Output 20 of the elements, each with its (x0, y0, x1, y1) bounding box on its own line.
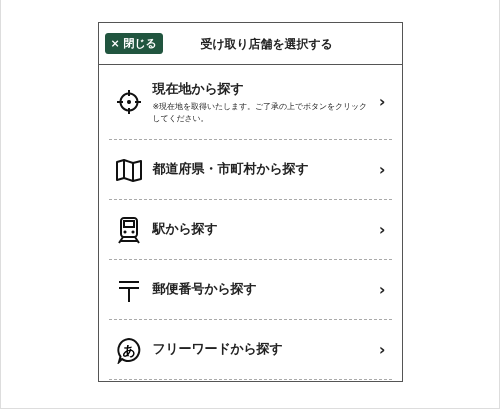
chevron-icon: › (374, 278, 386, 302)
option-label: 現在地から探す (152, 80, 244, 99)
chevron-icon: › (374, 338, 386, 362)
option-label: 郵便番号から探す (152, 280, 256, 299)
chevron-icon: › (374, 158, 386, 182)
chevron-icon: › (374, 218, 386, 242)
option-label: 都道府県・市町村から探す (152, 160, 308, 179)
header-title: 受け取り店舗を選択する (200, 36, 333, 52)
option-note: ※現在地を取得いたします。ご了承の上でボタンをクリックしてください。 (152, 101, 368, 124)
search-option[interactable]: 現在地から探す ※現在地を取得いたします。ご了承の上でボタンをクリックしてください。 › (108, 65, 392, 140)
close-button[interactable]: × 閉じる (104, 32, 163, 54)
search-option[interactable]: あ フリーワードから探す › (108, 320, 392, 380)
option-label: フリーワードから探す (152, 340, 282, 359)
chevron-icon: › (374, 90, 386, 114)
search-option[interactable]: 駅から探す › (108, 200, 392, 260)
option-label: 駅から探す (152, 220, 218, 239)
search-option[interactable]: 都道府県・市町村から探す › (108, 140, 392, 200)
search-option[interactable]: 郵便番号から探す › (108, 260, 392, 320)
crosshair-icon (114, 88, 142, 116)
speech-bubble-icon: あ (114, 336, 142, 364)
